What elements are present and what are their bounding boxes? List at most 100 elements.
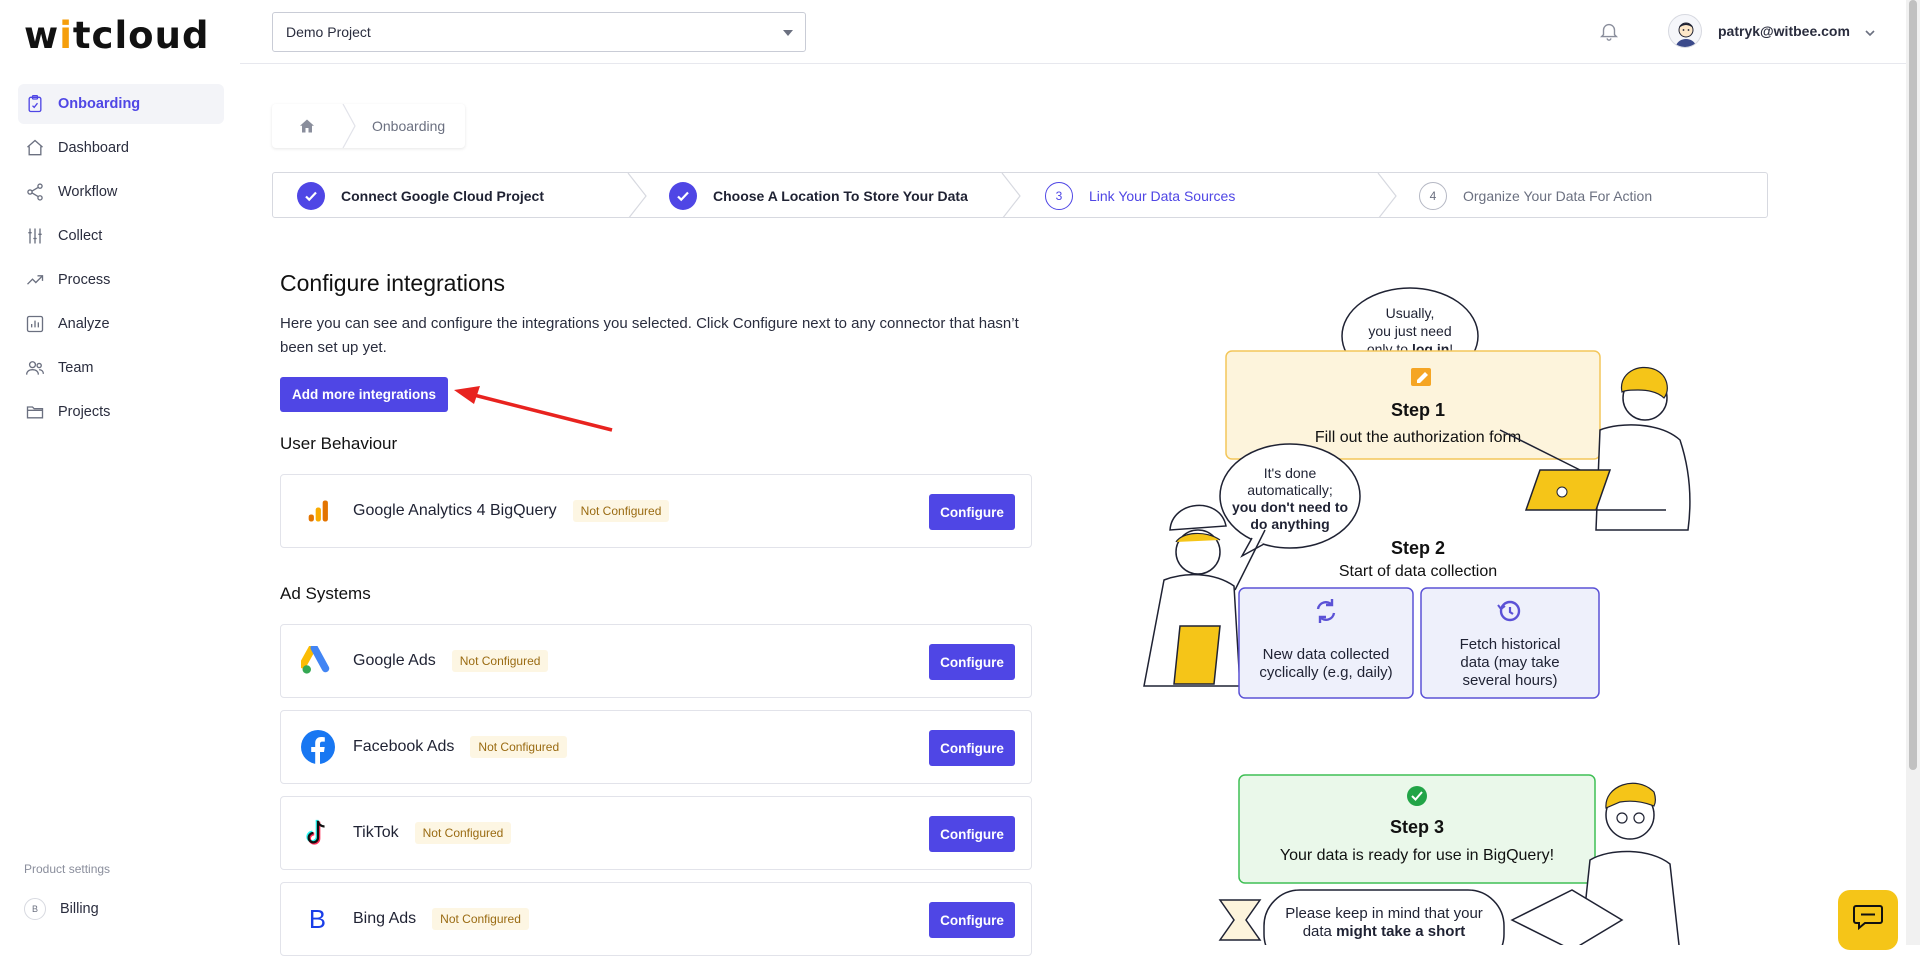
- svg-text:Step 3: Step 3: [1390, 817, 1444, 837]
- trend-icon: [24, 269, 46, 291]
- add-more-integrations-button[interactable]: Add more integrations: [280, 377, 448, 412]
- step-connect-gcp[interactable]: Connect Google Cloud Project: [297, 173, 545, 217]
- home-icon: [24, 137, 46, 159]
- svg-text:data might take a short: data might take a short: [1303, 923, 1466, 940]
- home-icon: [300, 119, 314, 133]
- sidebar-item-label: Workflow: [58, 184, 118, 200]
- sidebar-item-team[interactable]: Team: [18, 348, 224, 388]
- sidebar-item-workflow[interactable]: Workflow: [18, 172, 224, 212]
- configure-button[interactable]: Configure: [929, 494, 1015, 530]
- step-number: 3: [1045, 182, 1073, 210]
- facebook-icon: [299, 728, 337, 766]
- page-scrollbar[interactable]: [1906, 0, 1920, 945]
- step-choose-location[interactable]: Choose A Location To Store Your Data: [669, 173, 968, 217]
- step-label: Connect Google Cloud Project: [341, 188, 545, 204]
- google-analytics-icon: [299, 492, 337, 530]
- sidebar-item-label: Collect: [58, 228, 103, 244]
- step1-card: Step 1 Fill out the authorization form: [1225, 350, 1601, 460]
- integration-name: TikTok: [353, 824, 399, 841]
- step-label: Link Your Data Sources: [1089, 188, 1236, 204]
- witcloud-logo[interactable]: witcloud: [24, 14, 209, 57]
- section-title-user-behaviour: User Behaviour: [280, 434, 398, 453]
- user-menu[interactable]: patryk@witbee.com: [1668, 14, 1875, 48]
- project-select-value: Demo Project: [286, 24, 371, 40]
- users-icon: [24, 357, 46, 379]
- integration-card-tiktok: TikTok Not Configured Configure: [280, 796, 1032, 870]
- svg-text:you just need: you just need: [1368, 323, 1451, 339]
- hourglass-illustration: [1218, 899, 1262, 941]
- project-select[interactable]: Demo Project: [272, 12, 806, 52]
- svg-text:data (may take: data (may take: [1460, 654, 1559, 671]
- configure-button[interactable]: Configure: [929, 730, 1015, 766]
- chat-widget-button[interactable]: [1838, 890, 1898, 950]
- check-icon: [297, 182, 325, 210]
- step-organize-data[interactable]: 4 Organize Your Data For Action: [1419, 173, 1653, 217]
- configure-button[interactable]: Configure: [929, 902, 1015, 938]
- sliders-icon: [24, 225, 46, 247]
- caret-down-icon: [783, 30, 793, 36]
- chat-icon: [1853, 905, 1883, 930]
- page-description: Here you can see and configure the integ…: [280, 315, 1019, 356]
- product-settings-title: Product settings: [24, 862, 111, 876]
- bing-icon: B: [299, 900, 337, 938]
- step-number: 4: [1419, 182, 1447, 210]
- bell-icon[interactable]: [1598, 20, 1620, 42]
- tiktok-icon: [299, 814, 337, 852]
- step2-historical-card: Fetch historical data (may take several …: [1420, 587, 1600, 699]
- page-title: Configure integrations: [280, 270, 506, 296]
- top-bar: Demo Project patryk@witbee.com: [240, 0, 1906, 64]
- step-divider: [1001, 173, 1021, 217]
- integration-name: Google Ads: [353, 652, 436, 669]
- step-link-data-sources[interactable]: 3 Link Your Data Sources: [1045, 173, 1236, 217]
- onboarding-illustration: Usually, you just need only to log in! S…: [1143, 287, 1691, 945]
- sidebar-item-collect[interactable]: Collect: [18, 216, 224, 256]
- integration-name: Google Analytics 4 BigQuery: [353, 502, 557, 519]
- sidebar-item-process[interactable]: Process: [18, 260, 224, 300]
- chevron-down-icon: [1864, 26, 1875, 37]
- sidebar-item-label: Projects: [58, 404, 111, 420]
- sidebar-item-label: Analyze: [58, 316, 110, 332]
- sidebar-item-analyze[interactable]: Analyze: [18, 304, 224, 344]
- sidebar: witcloud Onboarding Dashboard Workflow C…: [0, 0, 240, 945]
- configure-button[interactable]: Configure: [929, 816, 1015, 852]
- step2-text: Start of data collection: [1339, 563, 1497, 580]
- integration-name: Bing Ads: [353, 910, 417, 927]
- billing-initial-icon: B: [24, 898, 46, 920]
- step-label: Organize Your Data For Action: [1463, 188, 1653, 204]
- folder-icon: [24, 401, 46, 423]
- svg-text:cyclically (e.g, daily): cyclically (e.g, daily): [1259, 664, 1392, 681]
- sidebar-item-projects[interactable]: Projects: [18, 392, 224, 432]
- sidebar-item-onboarding[interactable]: Onboarding: [18, 84, 224, 124]
- integration-card-google-ads: Google Ads Not Configured Configure: [280, 624, 1032, 698]
- svg-text:automatically;: automatically;: [1247, 482, 1333, 498]
- speech-bubble-wait: Please keep in mind that your data might…: [1263, 889, 1505, 945]
- svg-text:Your data is ready for use in: Your data is ready for use in BigQuery!: [1280, 847, 1554, 864]
- sidebar-item-dashboard[interactable]: Dashboard: [18, 128, 224, 168]
- sidebar-item-billing[interactable]: B Billing: [24, 898, 99, 920]
- svg-text:B: B: [309, 906, 326, 933]
- breadcrumb: Onboarding: [272, 104, 466, 148]
- integration-name: Facebook Ads: [353, 738, 455, 755]
- breadcrumb-current: Onboarding: [372, 118, 446, 134]
- step-divider: [627, 173, 647, 217]
- breadcrumb-home[interactable]: [272, 104, 342, 148]
- sidebar-item-label: Billing: [60, 901, 99, 917]
- status-badge: Not Configured: [572, 500, 670, 522]
- step3-card: Step 3 Your data is ready for use in Big…: [1238, 774, 1596, 884]
- status-badge: Not Configured: [451, 650, 549, 672]
- svg-text:Usually,: Usually,: [1386, 305, 1435, 321]
- check-icon: [669, 182, 697, 210]
- svg-text:you don't need to: you don't need to: [1232, 499, 1348, 515]
- sidebar-item-label: Team: [58, 360, 94, 376]
- scrollbar-thumb[interactable]: [1909, 0, 1917, 770]
- configure-button[interactable]: Configure: [929, 644, 1015, 680]
- section-title-ad-systems: Ad Systems: [280, 584, 371, 603]
- svg-text:Fill out the authorization for: Fill out the authorization form: [1315, 429, 1521, 446]
- speech-bubble-automatic: It's done automatically; you don't need …: [1219, 443, 1361, 558]
- sidebar-item-label: Process: [58, 272, 111, 288]
- step-label: Choose A Location To Store Your Data: [713, 188, 968, 204]
- google-ads-icon: [299, 642, 337, 680]
- svg-text:Fetch historical: Fetch historical: [1460, 636, 1561, 653]
- status-badge: Not Configured: [414, 822, 512, 844]
- breadcrumb-separator: [342, 104, 356, 148]
